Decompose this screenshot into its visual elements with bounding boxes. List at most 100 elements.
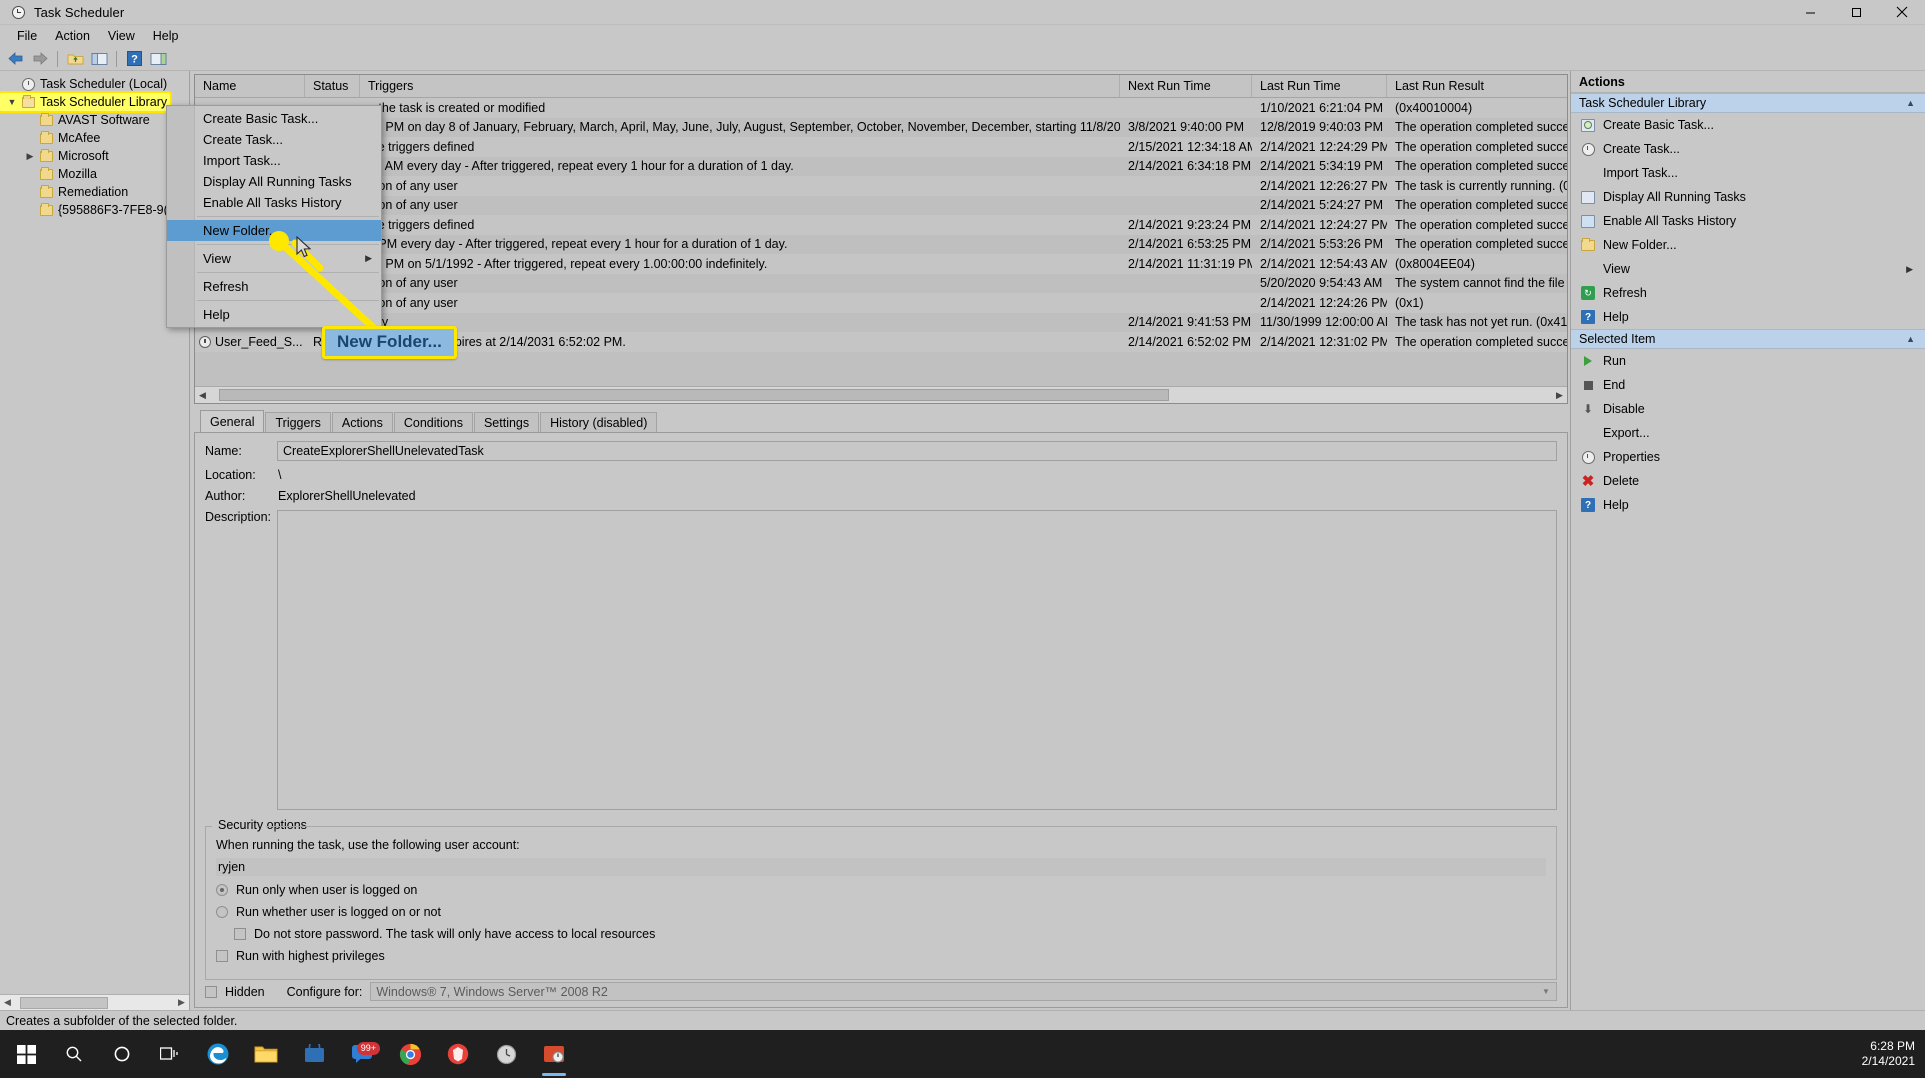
action-item-create-basic-task[interactable]: Create Basic Task...	[1571, 113, 1925, 137]
tree-item-mozilla[interactable]: Mozilla	[0, 165, 189, 183]
caret-up-icon[interactable]: ▲	[1906, 98, 1915, 108]
messaging-icon[interactable]: 99+	[338, 1030, 386, 1078]
action-item-end[interactable]: End	[1571, 373, 1925, 397]
tree-view[interactable]: Task Scheduler (Local) ▼ Task Scheduler …	[0, 71, 189, 994]
column-header-last-run-time[interactable]: Last Run Time	[1252, 75, 1387, 97]
table-row[interactable]: g on of any user 2/14/2021 12:26:27 PM The…	[195, 176, 1567, 196]
tab-conditions[interactable]: Conditions	[393, 412, 473, 432]
chevron-down-icon[interactable]: ▼	[4, 97, 20, 107]
task-scheduler-taskbar-icon[interactable]	[530, 1030, 578, 1078]
task-view-icon[interactable]	[146, 1030, 194, 1078]
submenu-arrow-icon[interactable]: ▶	[365, 253, 372, 264]
action-item-delete[interactable]: ✖ Delete	[1571, 469, 1925, 493]
context-menu-item-import-task[interactable]: Import Task...	[167, 150, 381, 171]
action-item-help[interactable]: ? Help	[1571, 493, 1925, 517]
forward-arrow-icon[interactable]	[29, 48, 51, 69]
menu-help[interactable]: Help	[144, 27, 188, 45]
radio-icon[interactable]	[216, 906, 228, 918]
radio-run-only-when-logged-on[interactable]: Run only when user is logged on	[216, 883, 1546, 897]
scrollbar-thumb[interactable]	[20, 997, 108, 1009]
table-row[interactable]: 3 PM every day - After triggered, repeat…	[195, 234, 1567, 254]
column-header-status[interactable]: Status	[305, 75, 360, 97]
table-row[interactable]: n the task is created or modified 1/10/20…	[195, 98, 1567, 118]
tree-item-remediation[interactable]: Remediation	[0, 183, 189, 201]
table-row[interactable]: 34 AM every day - After triggered, repea…	[195, 156, 1567, 176]
description-field[interactable]	[277, 510, 1557, 810]
scroll-right-icon[interactable]: ▶	[174, 997, 189, 1008]
checkbox-do-not-store-password[interactable]: Do not store password. The task will onl…	[234, 927, 1546, 941]
actions-section-selected-item[interactable]: Selected Item ▲	[1571, 329, 1925, 349]
caret-up-icon[interactable]: ▲	[1906, 334, 1915, 344]
tree-horizontal-scrollbar[interactable]: ◀ ▶	[0, 994, 189, 1010]
edge-icon[interactable]	[194, 1030, 242, 1078]
action-item-help[interactable]: ? Help	[1571, 305, 1925, 329]
task-list-horizontal-scrollbar[interactable]: ◀ ▶	[195, 386, 1567, 403]
store-icon[interactable]	[290, 1030, 338, 1078]
checkbox-run-with-highest-privileges[interactable]: Run with highest privileges	[216, 949, 1546, 963]
tab-history-disabled[interactable]: History (disabled)	[540, 412, 658, 432]
checkbox-hidden-icon[interactable]	[205, 985, 217, 998]
taskbar-clock[interactable]: 6:28 PM 2/14/2021	[1862, 1039, 1915, 1069]
tab-actions[interactable]: Actions	[331, 412, 393, 432]
context-menu-item-create-task[interactable]: Create Task...	[167, 129, 381, 150]
scrollbar-thumb[interactable]	[219, 389, 1169, 401]
scroll-right-icon[interactable]: ▶	[1552, 390, 1567, 401]
column-header-name[interactable]: Name	[195, 75, 305, 97]
action-item-display-all-running-tasks[interactable]: Display All Running Tasks	[1571, 185, 1925, 209]
column-header-last-run-result[interactable]: Last Run Result	[1387, 75, 1567, 97]
scroll-left-icon[interactable]: ◀	[0, 997, 15, 1008]
detail-tab-bar[interactable]: General Triggers Actions Conditions Settings…	[194, 410, 1568, 432]
configure-for-select[interactable]: Windows® 7, Windows Server™ 2008 R2 ▼	[370, 982, 1557, 1001]
menu-file[interactable]: File	[8, 27, 46, 45]
start-button[interactable]	[2, 1030, 50, 1078]
context-menu-item-enable-all-tasks-history[interactable]: Enable All Tasks History	[167, 192, 381, 213]
chrome-icon[interactable]	[386, 1030, 434, 1078]
action-item-properties[interactable]: Properties	[1571, 445, 1925, 469]
context-menu-item-new-folder[interactable]: New Folder...	[167, 220, 381, 241]
tab-settings[interactable]: Settings	[473, 412, 540, 432]
radio-run-whether-logged-on-or-not[interactable]: Run whether user is logged on or not	[216, 905, 1546, 919]
folder-up-icon[interactable]	[64, 48, 86, 69]
tree-item-mcafee[interactable]: McAfee	[0, 129, 189, 147]
context-menu-item-view[interactable]: View ▶	[167, 248, 381, 269]
table-row[interactable]: ple triggers defined 2/14/2021 9:23:24 PM…	[195, 215, 1567, 235]
tab-general[interactable]: General	[200, 410, 265, 432]
context-menu-item-help[interactable]: Help	[167, 304, 381, 325]
action-item-run[interactable]: Run	[1571, 349, 1925, 373]
context-menu-item-refresh[interactable]: Refresh	[167, 276, 381, 297]
column-header-triggers[interactable]: Triggers	[360, 75, 1120, 97]
table-row[interactable]: g on of any user 2/14/2021 12:24:26 PM (0x…	[195, 293, 1567, 313]
checkbox-icon[interactable]	[234, 928, 246, 940]
submenu-arrow-icon[interactable]: ▶	[1906, 264, 1913, 275]
scroll-left-icon[interactable]: ◀	[195, 390, 210, 401]
name-field[interactable]: CreateExplorerShellUnelevatedTask	[277, 441, 1557, 461]
context-menu[interactable]: Create Basic Task... Create Task... Import…	[166, 105, 382, 328]
tree-item-task-scheduler-library[interactable]: ▼ Task Scheduler Library	[0, 91, 172, 113]
minimize-button[interactable]	[1787, 0, 1833, 25]
menu-view[interactable]: View	[99, 27, 144, 45]
action-item-disable[interactable]: ⬇ Disable	[1571, 397, 1925, 421]
action-item-import-task[interactable]: Import Task...	[1571, 161, 1925, 185]
clock-icon[interactable]	[482, 1030, 530, 1078]
table-row[interactable]: 00 PM on day 8 of January, February, Mar…	[195, 117, 1567, 137]
column-header-next-run-time[interactable]: Next Run Time	[1120, 75, 1252, 97]
table-row[interactable]: g on of any user 5/20/2020 9:54:43 AM The …	[195, 273, 1567, 293]
action-item-export[interactable]: Export...	[1571, 421, 1925, 445]
brave-icon[interactable]	[434, 1030, 482, 1078]
cortana-circle-icon[interactable]	[98, 1030, 146, 1078]
actions-section-task-scheduler-library[interactable]: Task Scheduler Library ▲	[1571, 93, 1925, 113]
tree-item-guid-folder[interactable]: {595886F3-7FE8-9(	[0, 201, 189, 219]
chevron-right-icon[interactable]: ▶	[22, 151, 38, 162]
file-explorer-icon[interactable]	[242, 1030, 290, 1078]
radio-icon[interactable]	[216, 884, 228, 896]
action-item-enable-all-tasks-history[interactable]: Enable All Tasks History	[1571, 209, 1925, 233]
chevron-down-icon[interactable]: ▼	[1538, 984, 1554, 999]
context-menu-item-create-basic-task[interactable]: Create Basic Task...	[167, 108, 381, 129]
help-icon[interactable]: ?	[123, 48, 145, 69]
table-row[interactable]: 00 PM on 5/1/1992 - After triggered, rep…	[195, 254, 1567, 274]
tree-item-microsoft[interactable]: ▶ Microsoft	[0, 147, 189, 165]
context-menu-item-display-all-running-tasks[interactable]: Display All Running Tasks	[167, 171, 381, 192]
action-item-refresh[interactable]: ↻ Refresh	[1571, 281, 1925, 305]
action-item-view[interactable]: View ▶	[1571, 257, 1925, 281]
action-item-create-task[interactable]: Create Task...	[1571, 137, 1925, 161]
